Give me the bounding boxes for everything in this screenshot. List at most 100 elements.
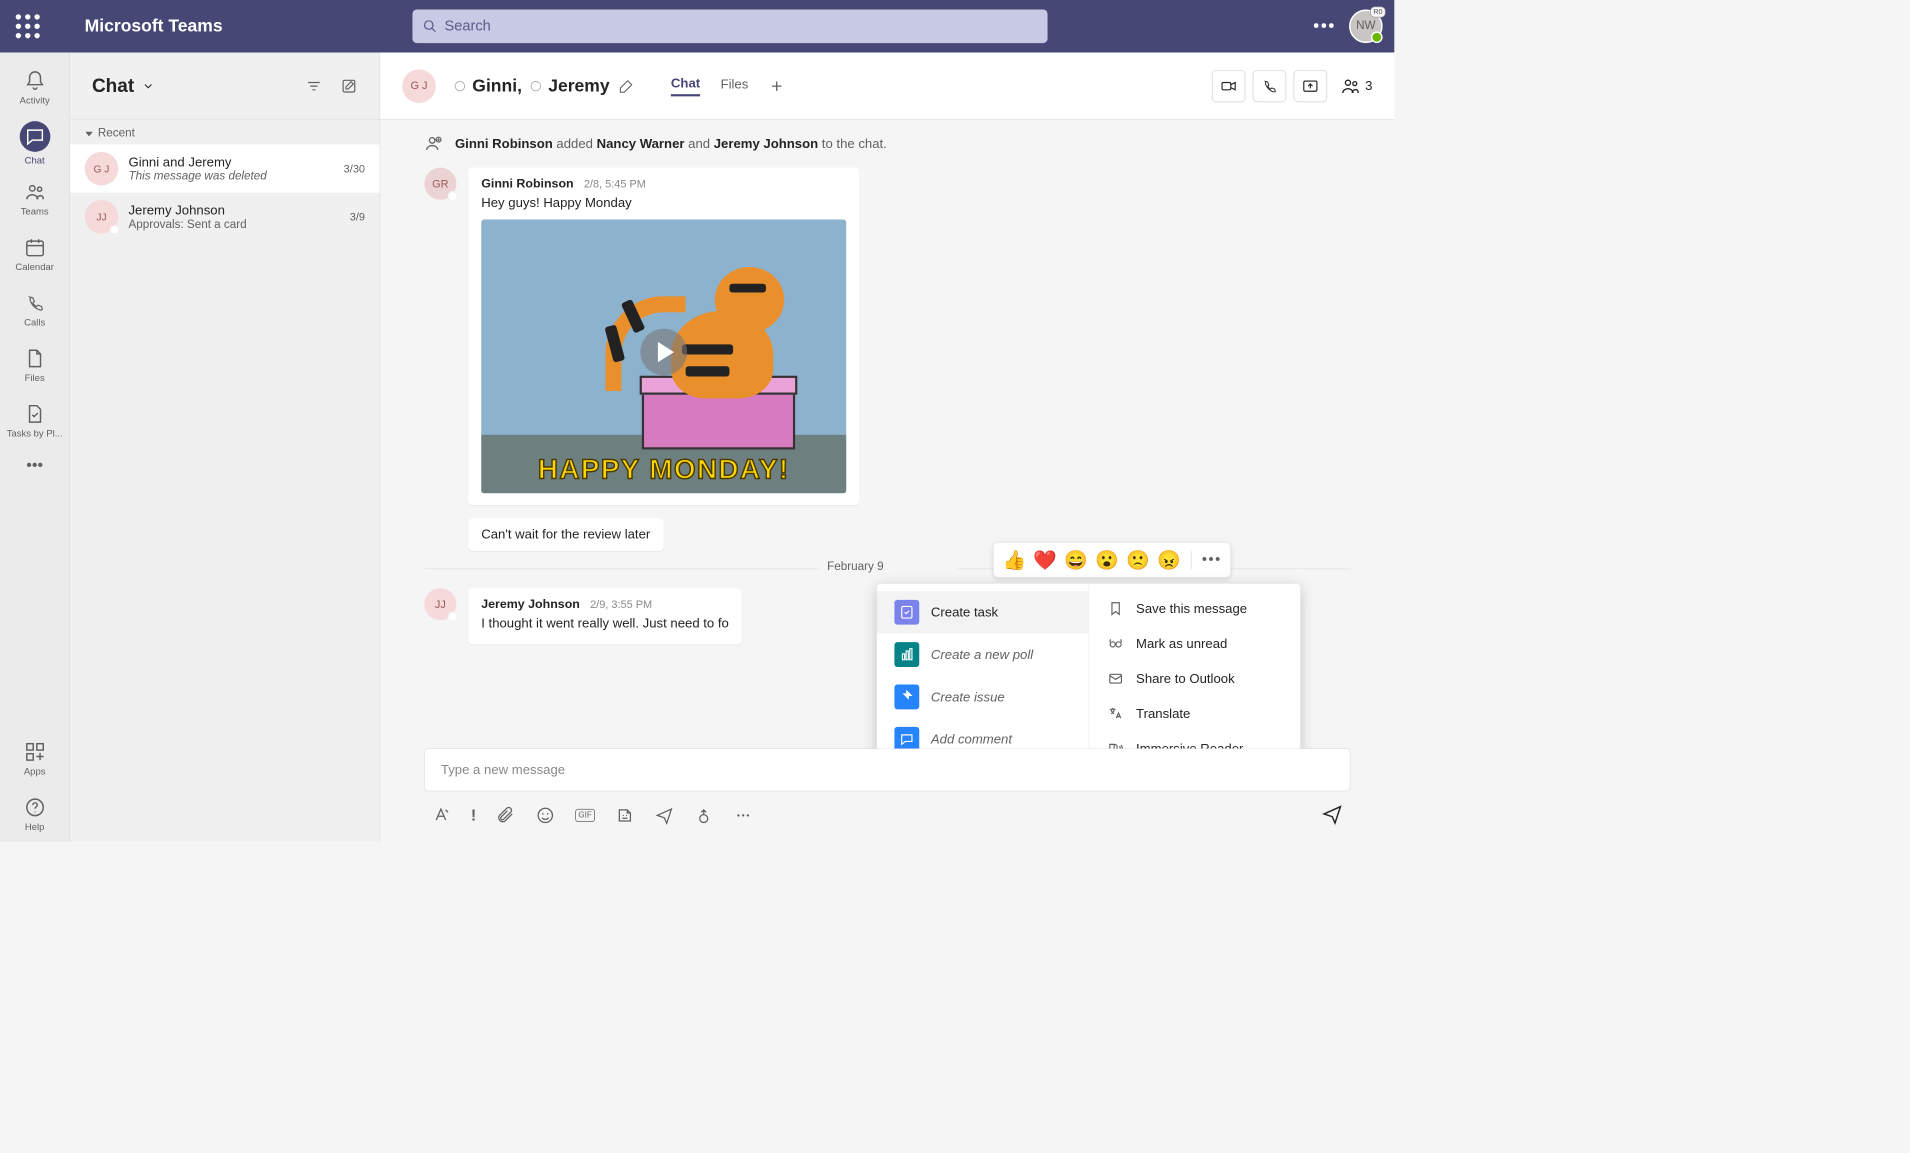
chevron-down-icon (141, 79, 154, 92)
person-add-icon (424, 134, 443, 153)
add-tab-icon[interactable] (769, 78, 785, 94)
bell-icon (24, 70, 46, 92)
play-icon[interactable] (640, 329, 687, 376)
chat-list-item[interactable]: G J Ginni and Jeremy This message was de… (70, 145, 380, 193)
chat-list-title[interactable]: Chat (92, 74, 155, 97)
reaction-angry[interactable]: 😠 (1157, 549, 1181, 572)
section-recent[interactable]: Recent (70, 120, 380, 145)
ctx-translate[interactable]: Translate (1089, 696, 1300, 731)
gif-caption: HAPPY MONDAY! (481, 455, 846, 486)
compose-more-icon[interactable] (733, 806, 752, 825)
message-list: Ginni Robinson added Nancy Warner and Je… (380, 120, 1394, 749)
video-icon (1220, 77, 1238, 95)
people-icon (1340, 76, 1360, 96)
message-bubble[interactable]: Jeremy Johnson 2/9, 3:55 PM I thought it… (468, 589, 742, 645)
sticker-icon[interactable] (615, 806, 634, 825)
tab-chat[interactable]: Chat (671, 76, 700, 96)
rail-teams[interactable]: Teams (4, 171, 65, 226)
mail-icon (1107, 670, 1125, 688)
share-screen-button[interactable] (1294, 70, 1328, 102)
message-bubble[interactable]: Ginni Robinson 2/8, 5:45 PM Hey guys! Ha… (468, 168, 859, 505)
jira-comment-icon (894, 727, 919, 748)
rail-tasks[interactable]: Tasks by Pl... (4, 393, 65, 448)
chat-name: Ginni and Jeremy (128, 154, 333, 169)
forms-icon (894, 642, 919, 667)
tab-files[interactable]: Files (721, 77, 749, 95)
priority-icon[interactable]: ! (471, 806, 476, 825)
send-button[interactable] (1321, 803, 1343, 827)
help-icon (24, 796, 46, 818)
app-launcher-icon[interactable] (12, 10, 44, 42)
ctx-add-comment[interactable]: Add comment (877, 718, 1089, 748)
reaction-like[interactable]: 👍 (1002, 549, 1026, 572)
rail-calendar[interactable]: Calendar (4, 226, 65, 281)
approvals-icon[interactable] (694, 806, 713, 825)
participants-button[interactable]: 3 (1340, 76, 1372, 96)
rail-help[interactable]: Help (4, 786, 65, 841)
presence-offline-icon (447, 191, 457, 201)
ctx-mark-unread[interactable]: Mark as unread (1089, 626, 1300, 661)
author-avatar[interactable]: GR (424, 168, 456, 200)
chat-icon (24, 125, 46, 147)
reaction-laugh[interactable]: 😄 (1064, 549, 1088, 572)
file-icon (24, 347, 46, 369)
gif-attachment[interactable]: HAPPY MONDAY! (481, 220, 846, 494)
ctx-save-message[interactable]: Save this message (1089, 591, 1300, 626)
ctx-share-outlook[interactable]: Share to Outlook (1089, 661, 1300, 696)
schedule-send-icon[interactable] (655, 806, 674, 825)
author-avatar[interactable]: JJ (424, 589, 456, 621)
attach-icon[interactable] (497, 806, 516, 825)
translate-icon (1107, 705, 1125, 723)
filter-icon[interactable] (305, 77, 323, 95)
rail-files[interactable]: Files (4, 337, 65, 392)
ctx-create-poll[interactable]: Create a new poll (877, 634, 1089, 676)
ctx-create-task[interactable]: Create task (877, 591, 1089, 633)
message-time: 2/9, 3:55 PM (590, 599, 652, 611)
audio-call-button[interactable] (1253, 70, 1287, 102)
calendar-icon (24, 236, 46, 258)
send-icon (1321, 803, 1343, 825)
chat-preview: Approvals: Sent a card (128, 218, 339, 231)
rail-activity[interactable]: Activity (4, 60, 65, 115)
message-author: Ginni Robinson (481, 177, 573, 192)
rail-calls[interactable]: Calls (4, 282, 65, 337)
gif-icon[interactable]: GIF (575, 808, 594, 821)
conversation-title[interactable]: Ginni, Jeremy (450, 76, 634, 96)
ctx-create-issue[interactable]: Create issue (877, 676, 1089, 718)
message-context-menu: Create task Create a new poll (877, 584, 1300, 748)
presence-offline-icon (455, 81, 465, 91)
rail-apps[interactable]: Apps (4, 731, 65, 786)
presence-offline-icon (447, 612, 457, 622)
titlebar: Microsoft Teams Search ••• NW R0 (0, 0, 1394, 53)
compose-input[interactable]: Type a new message (424, 748, 1350, 791)
format-icon[interactable] (431, 806, 450, 825)
rail-chat[interactable]: Chat (4, 115, 65, 170)
bookmark-icon (1107, 600, 1125, 618)
chat-date: 3/30 (344, 162, 365, 174)
apps-icon (24, 741, 46, 763)
search-input[interactable]: Search (412, 9, 1047, 43)
reaction-surprised[interactable]: 😮 (1095, 549, 1119, 572)
share-screen-icon (1302, 77, 1320, 95)
rail-more-icon[interactable]: ••• (26, 456, 43, 475)
emoji-icon[interactable] (536, 806, 555, 825)
reaction-sad[interactable]: 🙁 (1126, 549, 1150, 572)
presence-offline-icon (110, 225, 120, 235)
new-chat-icon[interactable] (340, 77, 358, 95)
message: GR Ginni Robinson 2/8, 5:45 PM Hey guys!… (424, 168, 1350, 505)
video-call-button[interactable] (1212, 70, 1246, 102)
chat-preview: This message was deleted (128, 170, 333, 183)
chat-name: Jeremy Johnson (128, 203, 339, 218)
tasks-icon (24, 403, 46, 425)
edit-icon[interactable] (618, 78, 634, 94)
reaction-heart[interactable]: ❤️ (1033, 549, 1057, 572)
ctx-immersive-reader[interactable]: Immersive Reader (1089, 731, 1300, 748)
me-avatar[interactable]: NW R0 (1349, 9, 1383, 43)
chat-list-item[interactable]: JJ Jeremy Johnson Approvals: Sent a card… (70, 193, 380, 241)
settings-more-icon[interactable]: ••• (1313, 16, 1336, 36)
reaction-more-icon[interactable]: ••• (1202, 552, 1222, 569)
message-bubble[interactable]: Can't wait for the review later (468, 518, 663, 551)
planner-icon (894, 600, 919, 625)
teams-icon (24, 181, 46, 203)
presence-offline-icon (531, 81, 541, 91)
